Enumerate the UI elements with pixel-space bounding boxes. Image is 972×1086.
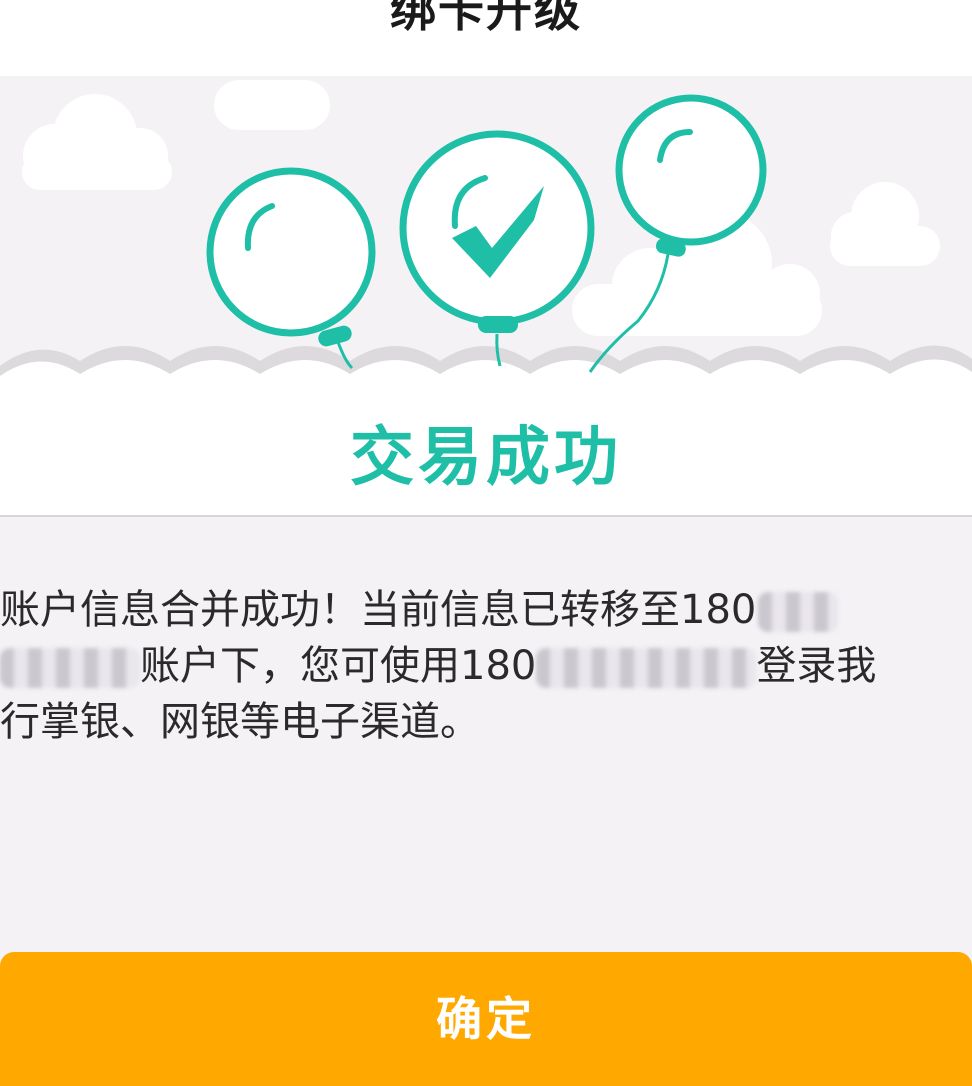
cloud-icon — [214, 80, 330, 130]
masked-phone-number — [758, 592, 839, 632]
section-divider — [0, 515, 972, 517]
result-message: 账户信息合并成功！当前信息已转移至180 账户下，您可使用180 登录我 行掌银、… — [0, 582, 972, 750]
transaction-success-label: 交易成功 — [350, 421, 622, 495]
message-text: 行掌银、网银等电子渠道。 — [0, 699, 480, 745]
page-header: 绑卡升级 — [0, 0, 972, 76]
message-line: 行掌银、网银等电子渠道。 — [0, 694, 972, 750]
balloon-icon — [206, 167, 376, 347]
page-title: 绑卡升级 — [390, 0, 582, 37]
message-line: 账户下，您可使用180 登录我 — [0, 638, 972, 694]
message-text: 账户信息合并成功！当前信息已转移至180 — [0, 587, 757, 633]
message-text: 账户下，您可使用180 — [140, 643, 537, 689]
confirm-button[interactable]: 确定 — [0, 952, 972, 1086]
masked-phone-number — [0, 648, 140, 688]
check-balloon-icon — [399, 130, 595, 333]
message-text: 登录我 — [756, 643, 877, 689]
cloud-icon — [22, 94, 172, 190]
message-line: 账户信息合并成功！当前信息已转移至180 — [0, 582, 972, 638]
masked-phone-number — [536, 648, 757, 688]
cloud-icon — [830, 182, 940, 266]
